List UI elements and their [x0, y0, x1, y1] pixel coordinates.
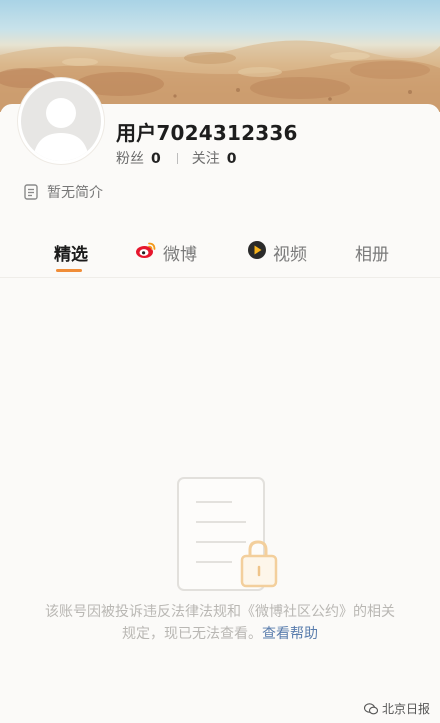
watermark: 北京日报 — [363, 700, 430, 717]
active-tab-indicator — [56, 269, 82, 272]
stats-divider — [176, 152, 178, 164]
watermark-text: 北京日报 — [381, 702, 430, 716]
profile-page: 用户7024312336 粉丝 0 关注 0 暂无简介 精选 微博 视频 相册 … — [0, 0, 440, 723]
document-icon — [24, 184, 38, 200]
help-link[interactable]: 查看帮助 — [262, 626, 318, 642]
following-count: 0 — [226, 151, 237, 167]
tab-video[interactable]: 视频 — [247, 240, 307, 265]
tab-weibo[interactable]: 微博 — [135, 240, 197, 265]
wechat-icon — [363, 702, 378, 714]
fans-count: 0 — [151, 151, 161, 167]
avatar[interactable] — [18, 78, 104, 164]
following-stat[interactable]: 关注 0 — [192, 148, 237, 168]
fans-label: 粉丝 — [116, 151, 144, 167]
follow-stats: 粉丝 0 关注 0 — [116, 148, 237, 168]
tab-label: 相册 — [355, 245, 389, 265]
weibo-icon — [135, 241, 157, 264]
fans-stat[interactable]: 粉丝 0 — [116, 148, 161, 168]
username: 用户7024312336 — [116, 121, 298, 145]
tab-label: 精选 — [54, 245, 88, 265]
tab-featured[interactable]: 精选 — [54, 240, 88, 265]
tabs-divider — [0, 277, 440, 278]
notice-text: 该账号因被投诉违反法律法规和《微博社区公约》的相关规定，现已无法查看。 — [45, 604, 395, 642]
bio-text: 暂无简介 — [47, 185, 103, 201]
following-label: 关注 — [191, 151, 220, 167]
bio: 暂无简介 — [24, 182, 103, 202]
tab-album[interactable]: 相册 — [355, 240, 389, 265]
default-avatar-icon — [21, 81, 101, 161]
locked-document-icon — [170, 472, 286, 596]
tab-label: 微博 — [163, 245, 197, 265]
tab-label: 视频 — [273, 245, 307, 265]
video-icon — [247, 240, 267, 265]
account-restricted-notice: 该账号因被投诉违反法律法规和《微博社区公约》的相关规定，现已无法查看。查看帮助 — [40, 601, 400, 645]
